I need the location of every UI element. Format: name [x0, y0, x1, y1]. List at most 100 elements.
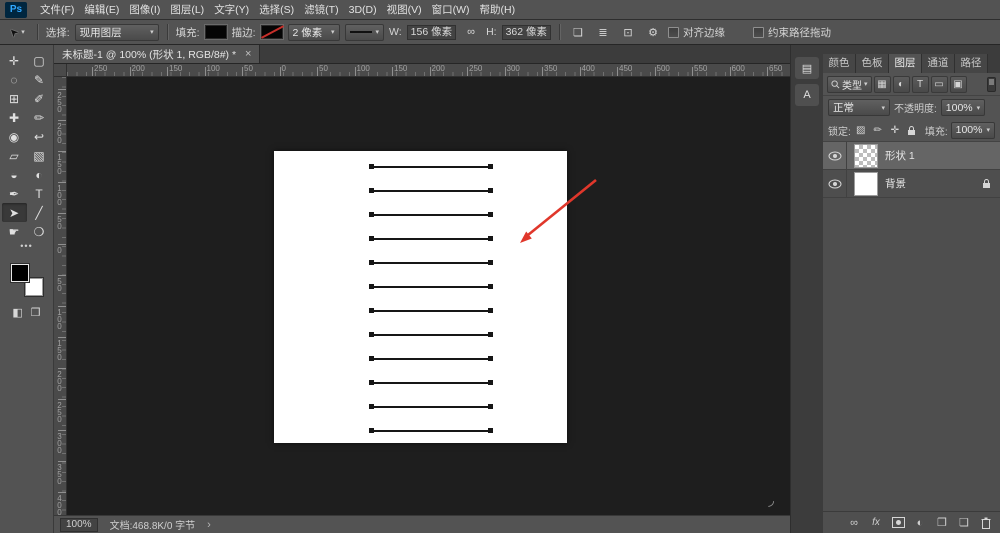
type-tool[interactable]: T	[27, 184, 52, 203]
gradient-tool[interactable]: ▧	[27, 146, 52, 165]
lock-transparency-icon[interactable]: ▨	[854, 123, 868, 138]
lock-position-icon[interactable]: ✛	[888, 123, 902, 138]
ruler-vertical[interactable]: 250 200 150 100 50 0 50 100 150 200 250 300 350 400	[54, 77, 67, 515]
edit-toolbar-button[interactable]: •••	[20, 241, 32, 254]
blur-tool[interactable]: ◒	[2, 165, 27, 184]
close-icon[interactable]: ×	[245, 48, 251, 60]
fill-color-swatch[interactable]	[204, 25, 227, 39]
line-shape-tool[interactable]: ╱	[27, 203, 52, 222]
stroke-style-dropdown[interactable]: ▾	[344, 23, 385, 41]
add-layer-mask-button[interactable]	[891, 515, 905, 531]
layer-name[interactable]: 背景	[885, 176, 906, 191]
ruler-corner[interactable]	[54, 64, 67, 77]
width-field[interactable]: 156 像素	[406, 24, 457, 40]
delete-layer-button[interactable]	[979, 515, 993, 531]
lasso-tool[interactable]: ◌	[2, 70, 27, 89]
document-tab[interactable]: 未标题-1 @ 100% (形状 1, RGB/8#) * ×	[54, 45, 261, 63]
rectangular-marquee-tool[interactable]: ▢	[27, 51, 52, 70]
menu-select[interactable]: 选择(S)	[254, 0, 299, 20]
filter-smart-objects-icon[interactable]: ▣	[949, 75, 967, 93]
filter-type-layers-icon[interactable]: T	[911, 75, 929, 93]
constrain-path-checkbox[interactable]	[753, 26, 765, 38]
eyedropper-tool[interactable]: ✐	[27, 89, 52, 108]
viewport[interactable]: ◞	[67, 77, 790, 515]
layer-thumbnail[interactable]	[854, 143, 878, 168]
path-alignment-button[interactable]: ≣	[593, 23, 613, 41]
crop-tool[interactable]: ⊞	[2, 89, 27, 108]
gear-icon[interactable]: ⚙	[643, 23, 663, 41]
stroke-width-dropdown[interactable]: 2 像素 ▾	[287, 23, 340, 41]
new-group-button[interactable]: ❐	[935, 515, 949, 531]
blend-mode-dropdown[interactable]: 正常 ▾	[828, 99, 890, 116]
healing-brush-tool[interactable]: ✚	[2, 108, 27, 127]
ruler-label: 150	[55, 153, 64, 174]
history-brush-tool[interactable]: ↩	[27, 127, 52, 146]
zoom-tool[interactable]: ❍	[27, 222, 52, 241]
tab-layers[interactable]: 图层	[889, 54, 922, 73]
eraser-tool[interactable]: ▱	[2, 146, 27, 165]
quick-selection-tool[interactable]: ✎	[27, 70, 52, 89]
align-edges-option[interactable]: 对齐边缘	[668, 25, 725, 40]
stroke-color-swatch[interactable]	[260, 25, 284, 39]
menu-view[interactable]: 视图(V)	[382, 0, 427, 20]
document-canvas[interactable]	[274, 151, 567, 443]
brush-tool[interactable]: ✏	[27, 108, 52, 127]
select-mode-value: 现用图层	[79, 26, 122, 39]
dodge-tool[interactable]: ◐	[27, 165, 52, 184]
screen-mode-button[interactable]: ❒	[31, 306, 41, 319]
menu-window[interactable]: 窗口(W)	[427, 0, 475, 20]
menu-type[interactable]: 文字(Y)	[209, 0, 254, 20]
menu-edit[interactable]: 编辑(E)	[79, 0, 124, 20]
align-edges-checkbox[interactable]	[668, 26, 680, 38]
clone-stamp-tool[interactable]: ◉	[2, 127, 27, 146]
ruler-tick	[167, 67, 168, 76]
menu-file[interactable]: 文件(F)	[35, 0, 79, 20]
lock-pixels-icon[interactable]: ✏	[871, 123, 885, 138]
pen-tool[interactable]: ✒	[2, 184, 27, 203]
path-selection-tool[interactable]: ➤	[1, 203, 27, 222]
visibility-cell[interactable]	[823, 170, 847, 197]
zoom-level-field[interactable]: 100%	[60, 517, 98, 532]
layer-thumbnail[interactable]	[854, 171, 878, 196]
fill-opacity-dropdown[interactable]: 100% ▾	[950, 121, 995, 139]
filter-adjustment-layers-icon[interactable]: ◐	[892, 75, 910, 93]
menu-filter[interactable]: 滤镜(T)	[299, 0, 343, 20]
filter-pixel-layers-icon[interactable]: ▦	[873, 75, 891, 93]
new-layer-button[interactable]: ❏	[957, 515, 971, 531]
constrain-path-option[interactable]: 约束路径拖动	[753, 25, 831, 40]
path-operations-button[interactable]: ❏	[568, 23, 588, 41]
tab-channels[interactable]: 通道	[922, 54, 955, 73]
collapsed-panel-character[interactable]: A	[795, 84, 819, 106]
path-arrangement-button[interactable]: ⊡	[618, 23, 638, 41]
height-field[interactable]: 362 像素	[501, 24, 552, 40]
layer-row-background[interactable]: 背景	[823, 170, 1000, 198]
status-expand-arrow[interactable]: ›	[207, 519, 211, 531]
menu-image[interactable]: 图像(I)	[124, 0, 165, 20]
menu-help[interactable]: 帮助(H)	[475, 0, 521, 20]
link-layers-button[interactable]: ∞	[847, 515, 861, 531]
hand-tool[interactable]: ☛	[2, 222, 27, 241]
layer-name[interactable]: 形状 1	[885, 148, 915, 163]
new-adjustment-layer-button[interactable]: ◐	[913, 515, 927, 531]
tab-paths[interactable]: 路径	[955, 54, 988, 73]
layer-style-button[interactable]: fx	[869, 515, 883, 531]
lock-all-icon[interactable]	[905, 123, 919, 138]
opacity-dropdown[interactable]: 100% ▾	[940, 99, 986, 116]
filter-toggle-switch[interactable]	[987, 76, 996, 92]
layer-row-shape-1[interactable]: 形状 1	[823, 142, 1000, 170]
menu-3d[interactable]: 3D(D)	[344, 0, 382, 20]
menu-layer[interactable]: 图层(L)	[165, 0, 209, 20]
move-tool[interactable]: ✛	[2, 51, 27, 70]
filter-shape-layers-icon[interactable]: ▭	[930, 75, 948, 93]
link-dimensions-icon[interactable]: ∞	[461, 23, 481, 41]
tab-color[interactable]: 颜色	[823, 54, 856, 73]
tab-swatches[interactable]: 色板	[856, 54, 889, 73]
visibility-cell[interactable]	[823, 142, 847, 169]
filter-type-dropdown[interactable]: 类型 ▾	[827, 75, 872, 93]
select-mode-dropdown[interactable]: 现用图层 ▾	[74, 23, 159, 41]
quick-mask-button[interactable]: ◧	[12, 306, 22, 319]
ruler-horizontal[interactable]: 250 200 150 100 50 0 50 100 150 200 250 300 350 400 45…	[67, 64, 790, 77]
foreground-color-swatch[interactable]	[10, 264, 29, 282]
tool-preset-picker[interactable]: ➤ ▾	[5, 24, 29, 39]
collapsed-panel-properties[interactable]: ▤	[795, 57, 819, 79]
